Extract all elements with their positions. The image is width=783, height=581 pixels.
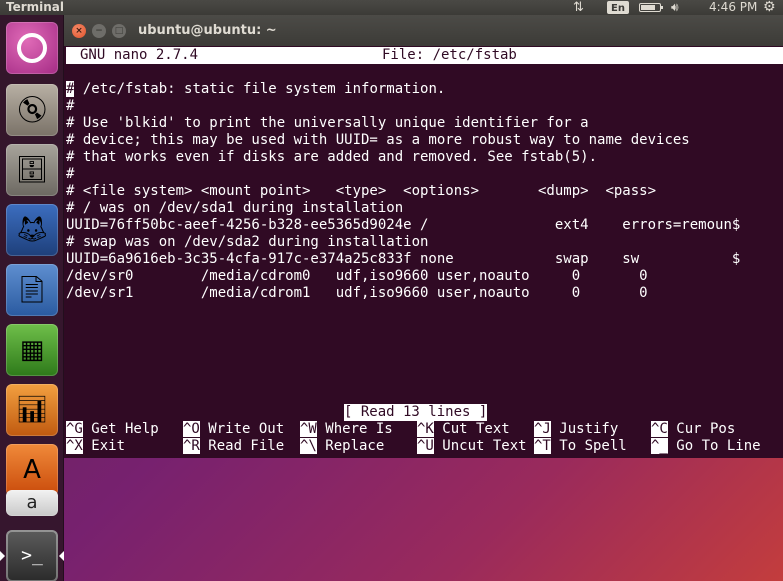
editor-line: UUID=6a9616eb-3c35-4cfa-917c-e374a25c833…	[66, 251, 741, 267]
active-indicator-left	[0, 551, 5, 561]
shortcut-label: Read File	[199, 438, 285, 454]
shortcut-where-is[interactable]: ^W Where Is	[300, 421, 393, 438]
shortcut-key: ^K	[417, 421, 434, 437]
window-title: ubuntu@ubuntu: ~	[138, 23, 277, 38]
amazon-icon[interactable]: a	[6, 490, 58, 516]
impress-icon[interactable]: 📊︎	[6, 384, 58, 436]
shortcut-key: ^T	[534, 438, 551, 454]
keyboard-layout-indicator[interactable]: En	[607, 1, 629, 14]
editor-line: # that works even if disks are added and…	[66, 149, 598, 165]
editor-line: # /etc/fstab: static file system informa…	[66, 81, 445, 98]
shortcut-key: ^R	[183, 438, 200, 454]
battery-icon[interactable]	[639, 3, 663, 12]
shortcut-label: Exit	[82, 438, 126, 454]
shortcut-label: Cut Text	[433, 421, 510, 437]
editor-line: # <file system> <mount point> <type> <op…	[66, 183, 657, 199]
editor-line: #	[66, 166, 75, 182]
shortcut-key: ^J	[534, 421, 551, 437]
nano-status-message: [ Read 13 lines ]	[344, 404, 488, 421]
shortcut-cur-pos[interactable]: ^C Cur Pos	[651, 421, 735, 438]
clock[interactable]: 4:46 PM	[709, 0, 757, 15]
gear-icon[interactable]: ⚙	[763, 0, 776, 15]
editor-line-text: /etc/fstab: static file system informati…	[74, 81, 446, 97]
firefox-icon[interactable]: 🦊︎	[6, 204, 58, 256]
editor-line: UUID=76ff50bc-aeef-4256-b328-ee5365d9024…	[66, 217, 741, 233]
installer-icon[interactable]: 💿︎	[6, 84, 58, 136]
calc-glyph: ▦	[19, 335, 45, 365]
shortcut-label: Uncut Text	[433, 438, 527, 454]
shortcut-go-to-line[interactable]: ^_ Go To Line	[651, 438, 761, 455]
editor-line: /dev/sr1 /media/cdrom1 udf,iso9660 user,…	[66, 285, 648, 301]
nano-header-bar: GNU nano 2.7.4 File: /etc/fstab	[66, 47, 783, 64]
shortcut-key: ^X	[66, 438, 83, 454]
launcher: 💿︎ 🗄︎ 🦊︎ 📄︎ ▦ 📊︎ A a >_	[0, 15, 64, 581]
amazon-glyph: a	[26, 492, 38, 513]
files-glyph: 🗄︎	[15, 155, 49, 185]
shortcut-label: To Spell	[550, 438, 627, 454]
terminal-window: × − □ ubuntu@ubuntu: ~ GNU nano 2.7.4 Fi…	[64, 15, 783, 458]
close-icon[interactable]: ×	[72, 24, 86, 38]
shortcut-key: ^C	[651, 421, 668, 437]
shortcut-justify[interactable]: ^J Justify	[534, 421, 618, 438]
shortcut-row-2: ^X Exit ^R Read File ^\ Replace ^U Uncut…	[64, 438, 761, 455]
shortcut-key: ^U	[417, 438, 434, 454]
shortcut-key: ^W	[300, 421, 317, 437]
shortcut-read-file[interactable]: ^R Read File	[183, 438, 284, 455]
shortcut-label: Justify	[550, 421, 619, 437]
shortcut-replace[interactable]: ^\ Replace	[300, 438, 384, 455]
editor-line: # Use 'blkid' to print the universally u…	[66, 115, 589, 131]
shortcut-key: ^_	[651, 438, 668, 454]
shortcut-label: Go To Line	[667, 438, 761, 454]
writer-icon[interactable]: 📄︎	[6, 264, 58, 316]
top-panel: Terminal ⇅ En 🔊︎ 4:46 PM ⚙	[0, 0, 783, 15]
volume-icon[interactable]: 🔊︎	[671, 0, 679, 15]
shortcut-key: ^G	[66, 421, 83, 437]
shortcut-key: ^O	[183, 421, 200, 437]
software-center-icon[interactable]: A	[6, 444, 58, 496]
ubuntu-logo-ring	[17, 33, 47, 63]
firefox-glyph: 🦊︎	[15, 215, 49, 245]
files-icon[interactable]: 🗄︎	[6, 144, 58, 196]
terminal-icon[interactable]: >_	[6, 530, 58, 581]
software-glyph: A	[23, 455, 41, 485]
shortcut-label: Where Is	[316, 421, 393, 437]
shortcut-label: Replace	[316, 438, 385, 454]
maximize-icon[interactable]: □	[112, 24, 126, 38]
writer-glyph: 📄︎	[15, 275, 49, 305]
shortcut-get-help[interactable]: ^G Get Help	[66, 421, 159, 438]
terminal-glyph: >_	[21, 545, 43, 566]
editor-line: /dev/sr0 /media/cdrom0 udf,iso9660 user,…	[66, 268, 648, 284]
shortcut-label: Write Out	[199, 421, 285, 437]
active-indicator-right	[59, 551, 64, 561]
shortcut-exit[interactable]: ^X Exit	[66, 438, 125, 455]
shortcut-write-out[interactable]: ^O Write Out	[183, 421, 284, 438]
network-icon[interactable]: ⇅	[573, 0, 584, 15]
window-titlebar[interactable]: × − □ ubuntu@ubuntu: ~	[64, 15, 783, 46]
shortcut-label: Cur Pos	[667, 421, 736, 437]
shortcut-to-spell[interactable]: ^T To Spell	[534, 438, 627, 455]
nano-file-label: File: /etc/fstab	[382, 47, 517, 63]
shortcut-uncut-text[interactable]: ^U Uncut Text	[417, 438, 527, 455]
impress-glyph: 📊︎	[15, 395, 49, 425]
editor-line: #	[66, 98, 75, 114]
installer-glyph: 💿︎	[15, 95, 49, 125]
minimize-icon[interactable]: −	[92, 24, 106, 38]
shortcut-key: ^\	[300, 438, 317, 454]
shortcut-row-1: ^G Get Help ^O Write Out ^W Where Is ^K …	[64, 421, 735, 438]
editor-line: # device; this may be used with UUID= as…	[66, 132, 690, 148]
editor-line: # / was on /dev/sda1 during installation	[66, 200, 404, 216]
active-app-name: Terminal	[6, 0, 65, 14]
ubuntu-logo-icon[interactable]	[6, 22, 58, 74]
nano-version: GNU nano 2.7.4	[80, 47, 199, 63]
shortcut-cut-text[interactable]: ^K Cut Text	[417, 421, 510, 438]
shortcut-label: Get Help	[82, 421, 159, 437]
terminal-content[interactable]: GNU nano 2.7.4 File: /etc/fstab # /etc/f…	[64, 46, 783, 458]
battery-level-fill	[641, 5, 655, 10]
editor-line: # swap was on /dev/sda2 during installat…	[66, 234, 429, 250]
calc-icon[interactable]: ▦	[6, 324, 58, 376]
